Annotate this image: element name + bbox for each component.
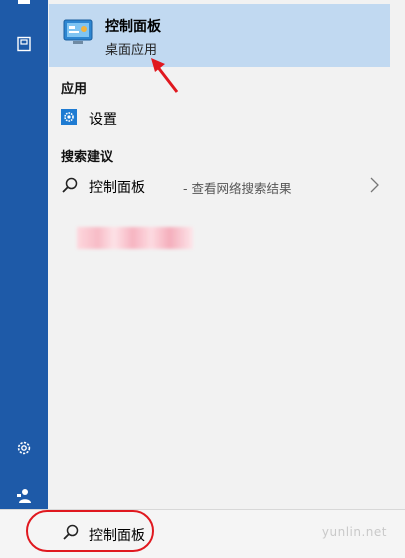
search-box[interactable]: 控制面板 yunlin.net [48, 510, 405, 558]
search-box-icon [62, 523, 80, 545]
gear-icon [61, 109, 77, 125]
settings-icon[interactable] [12, 436, 36, 460]
blurred-suggestion [77, 227, 193, 249]
annotation-arrow-icon [151, 58, 179, 93]
taskbar: 控制面板 yunlin.net [0, 509, 405, 558]
control-panel-icon [63, 17, 93, 47]
suggestion-control-panel[interactable]: 控制面板 - 查看网络搜索结果 [49, 174, 390, 200]
search-input[interactable]: 控制面板 [89, 525, 145, 545]
watermark: yunlin.net [321, 525, 387, 539]
app-settings[interactable]: 设置 [49, 106, 390, 132]
section-apps-label: 应用 [61, 82, 88, 97]
search-results-panel [48, 0, 405, 509]
suggestion-query: 控制面板 [89, 180, 145, 196]
suggestion-hint: - 查看网络搜索结果 [183, 181, 292, 196]
chevron-right-icon[interactable] [368, 176, 380, 198]
best-match-control-panel[interactable]: 控制面板 桌面应用 [49, 4, 390, 93]
home-icon[interactable] [12, 0, 36, 6]
app-settings-label: 设置 [89, 112, 117, 128]
start-rail [0, 0, 48, 509]
best-match-title: 控制面板 [105, 19, 161, 35]
search-icon [61, 176, 79, 198]
feedback-icon[interactable] [12, 484, 36, 508]
section-suggestions-label: 搜索建议 [61, 150, 114, 165]
notebook-icon[interactable] [12, 32, 36, 56]
